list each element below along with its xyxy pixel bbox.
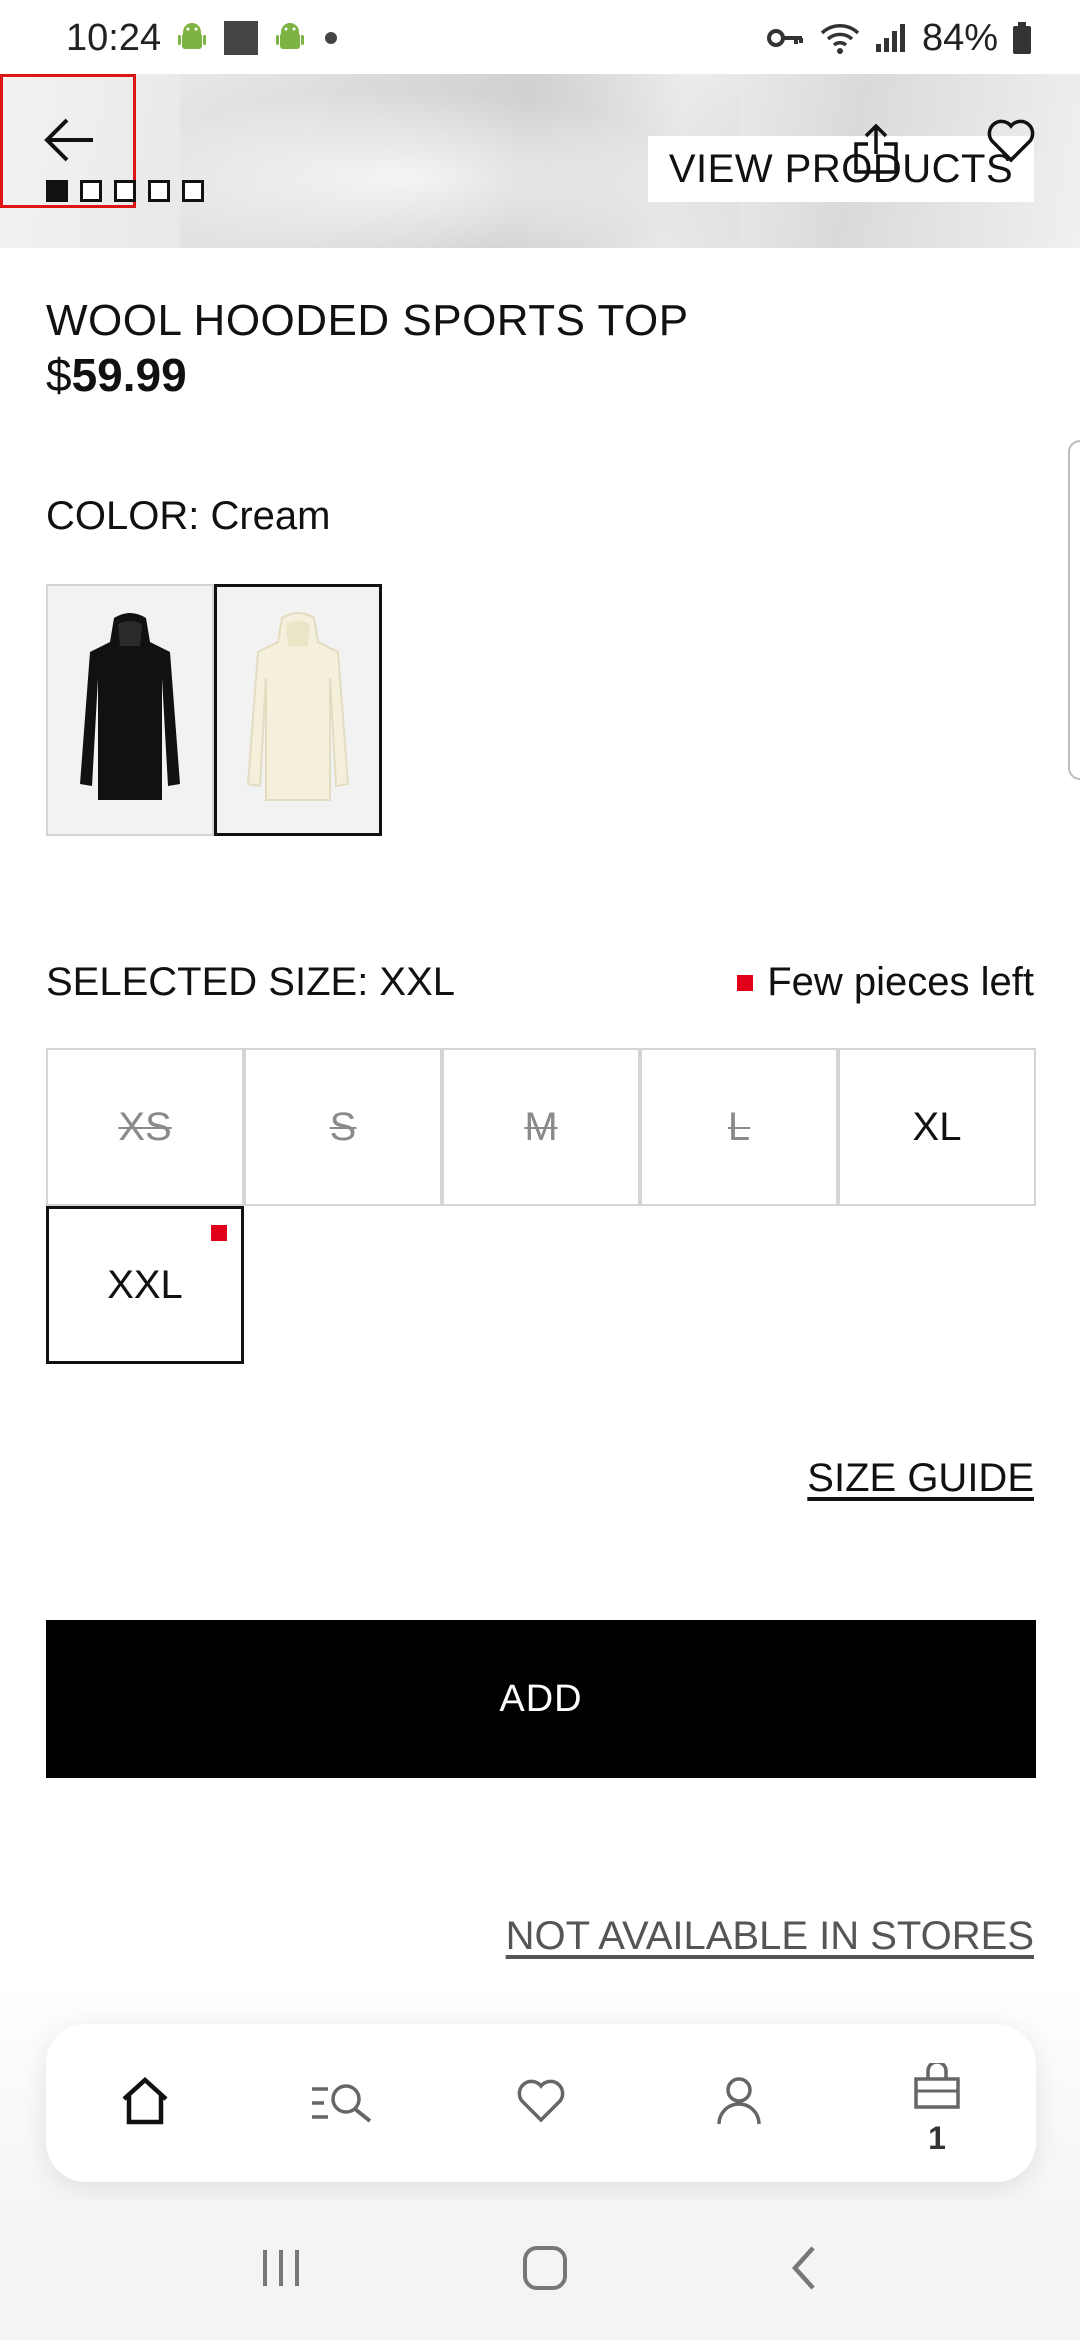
product-title: WOOL HOODED SPORTS TOP	[46, 296, 689, 345]
search-icon	[310, 2079, 376, 2128]
product-price: $59.99	[46, 348, 187, 402]
tab-favorites[interactable]	[471, 2033, 611, 2173]
color-swatch-black[interactable]	[46, 584, 214, 836]
carousel-dot	[182, 180, 204, 202]
heart-icon[interactable]	[986, 118, 1036, 169]
selected-size-label: SELECTED SIZE: XXL	[46, 960, 456, 1004]
add-to-bag-button[interactable]: ADD	[46, 1620, 1036, 1778]
cart-icon	[912, 2059, 962, 2114]
status-time: 10:24	[66, 16, 162, 59]
low-stock-indicator-icon	[737, 974, 754, 991]
android-notification-icon	[273, 21, 307, 55]
store-availability-link[interactable]: NOT AVAILABLE IN STORES	[506, 1914, 1034, 1959]
system-navigation-bar	[0, 2200, 1080, 2340]
status-right: 84%	[766, 17, 1032, 60]
low-stock-indicator-icon	[211, 1225, 227, 1241]
app-notification-icon	[223, 20, 259, 56]
size-guide-link[interactable]: SIZE GUIDE	[807, 1456, 1034, 1501]
cell-signal-icon	[874, 22, 908, 54]
carousel-indicator	[46, 180, 204, 202]
home-nav-icon[interactable]	[521, 2244, 569, 2297]
tab-cart[interactable]: 1	[867, 2033, 1007, 2173]
price-currency: $	[46, 349, 72, 401]
color-label: COLOR: Cream	[46, 494, 331, 538]
bottom-tab-bar: 1	[46, 2024, 1036, 2182]
size-option-s[interactable]: S	[244, 1048, 442, 1206]
recent-apps-icon[interactable]	[259, 2246, 303, 2295]
wifi-icon	[820, 21, 860, 55]
battery-icon	[1012, 21, 1032, 55]
view-products-button[interactable]: VIEW PRODUCTS	[648, 136, 1034, 202]
android-notification-icon	[175, 21, 209, 55]
home-icon	[120, 2076, 170, 2130]
tab-search[interactable]	[273, 2033, 413, 2173]
arrow-left-icon	[43, 117, 95, 168]
size-option-label: XXL	[107, 1262, 183, 1307]
size-option-xxl[interactable]: XXL	[46, 1206, 244, 1364]
price-amount: 59.99	[71, 349, 187, 401]
status-left: 10:24	[66, 17, 341, 60]
carousel-dot	[114, 180, 136, 202]
vpn-key-icon	[766, 23, 806, 53]
back-nav-icon[interactable]	[787, 2244, 821, 2297]
cart-count-badge: 1	[928, 2120, 946, 2156]
size-option-xs[interactable]: XS	[46, 1048, 244, 1206]
size-option-m[interactable]: M	[442, 1048, 640, 1206]
account-icon	[715, 2076, 763, 2131]
tab-home[interactable]	[75, 2033, 215, 2173]
black-hoodie-image	[70, 608, 190, 813]
carousel-dot	[80, 180, 102, 202]
battery-percent: 84%	[921, 16, 998, 59]
carousel-dot	[46, 180, 68, 202]
stock-note: Few pieces left	[737, 960, 1034, 1005]
more-notifications-dot-icon	[321, 28, 341, 48]
carousel-dot	[148, 180, 170, 202]
side-panel-handle[interactable]	[1068, 440, 1080, 780]
cream-hoodie-image	[238, 608, 358, 813]
size-option-xl[interactable]: XL	[838, 1048, 1036, 1206]
tab-account[interactable]	[669, 2033, 809, 2173]
size-option-l[interactable]: L	[640, 1048, 838, 1206]
share-icon[interactable]	[852, 123, 900, 181]
status-bar: 10:24 84%	[0, 0, 1080, 76]
color-swatch-cream[interactable]	[214, 584, 382, 836]
favorites-icon	[516, 2078, 566, 2129]
stock-note-text: Few pieces left	[767, 960, 1034, 1004]
